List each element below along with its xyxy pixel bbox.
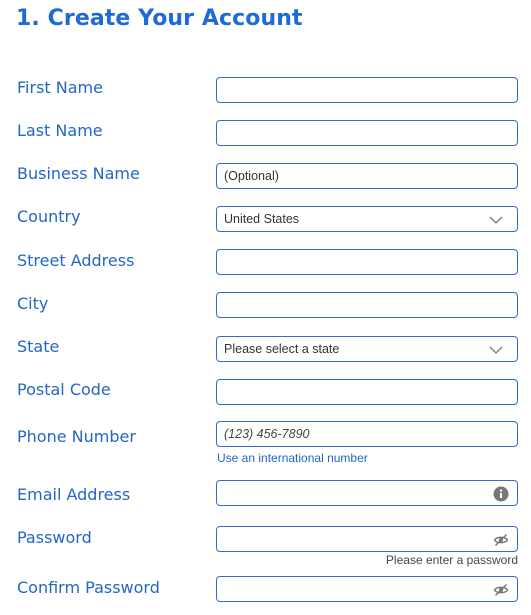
state-label: State [17, 337, 60, 356]
password-hint: Please enter a password [385, 553, 518, 567]
password-label: Password [17, 528, 92, 547]
last-name-input[interactable] [216, 120, 518, 146]
street-address-input[interactable] [216, 249, 518, 275]
state-selected-value: Please select a state [224, 342, 340, 356]
password-input[interactable] [216, 526, 518, 552]
street-address-label: Street Address [17, 251, 135, 270]
city-input[interactable] [216, 292, 518, 318]
country-label: Country [17, 207, 81, 226]
phone-number-input[interactable]: (123) 456-7890 [216, 421, 518, 447]
chevron-down-icon [489, 346, 503, 354]
state-select[interactable]: Please select a state [216, 336, 518, 362]
first-name-label: First Name [17, 78, 103, 97]
info-icon [493, 486, 509, 502]
phone-number-label: Phone Number [17, 427, 136, 446]
city-label: City [17, 294, 49, 313]
chevron-down-icon [489, 216, 503, 224]
country-selected-value: United States [224, 212, 300, 226]
page-title: 1. Create Your Account [16, 6, 303, 31]
email-address-label: Email Address [17, 485, 131, 504]
confirm-password-input[interactable] [216, 576, 518, 602]
international-number-link[interactable]: Use an international number [217, 451, 368, 465]
business-name-input[interactable]: (Optional) [216, 163, 518, 189]
eye-slash-icon[interactable] [493, 582, 509, 598]
postal-code-label: Postal Code [17, 380, 111, 399]
business-name-label: Business Name [17, 164, 140, 183]
first-name-input[interactable] [216, 77, 518, 103]
postal-code-input[interactable] [216, 379, 518, 405]
country-select[interactable]: United States [216, 206, 518, 232]
email-address-input[interactable] [216, 480, 518, 506]
confirm-password-label: Confirm Password [17, 578, 160, 597]
business-name-placeholder: (Optional) [224, 169, 279, 183]
phone-number-placeholder: (123) 456-7890 [224, 427, 310, 441]
eye-slash-icon[interactable] [493, 532, 509, 548]
last-name-label: Last Name [17, 121, 103, 140]
